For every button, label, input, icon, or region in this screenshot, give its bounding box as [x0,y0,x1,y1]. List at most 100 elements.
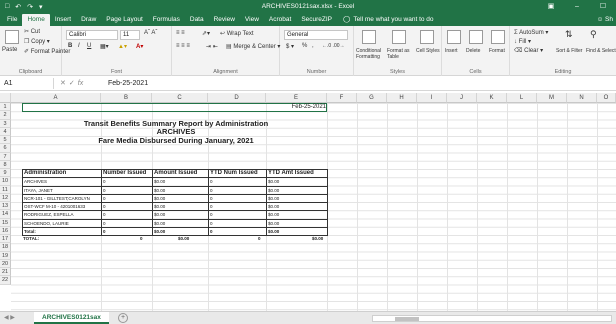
ribbon-display-icon[interactable]: ▣ [538,0,564,13]
cell[interactable]: 0 [208,210,267,220]
fill-color-icon[interactable]: ▲▾ [118,43,127,50]
column-header-o[interactable]: O [597,93,616,103]
scrollbar-thumb[interactable] [395,317,419,321]
insert-button[interactable]: Insert [445,48,458,54]
cell[interactable]: 0 [101,201,153,212]
row-header[interactable]: 5 [0,136,11,145]
column-header-b[interactable]: B [101,93,152,103]
merge-center-button[interactable]: ▤ Merge & Center ▾ [226,43,280,50]
add-sheet-icon[interactable]: + [118,313,128,323]
cell-styles-icon[interactable] [420,30,434,44]
grand-total-amt[interactable]: $0.00 [178,235,189,243]
cell[interactable]: ITAYA, JANET [22,185,102,195]
grand-total-ytd-amt[interactable]: $0.00 [312,235,323,243]
cell-styles-button[interactable]: Cell Styles [416,48,440,54]
sort-filter-icon[interactable]: ⇅ [565,29,573,40]
tab-home[interactable]: Home [22,14,50,26]
row-header[interactable]: 13 [0,202,11,211]
underline-button[interactable]: U [87,43,91,49]
tab-formulas[interactable]: Formulas [148,14,185,26]
paste-icon[interactable] [5,30,19,44]
tab-insert[interactable]: Insert [50,14,76,26]
cell[interactable]: $0.00 [152,201,209,212]
wrap-text-button[interactable]: ↩ Wrap Text [220,30,254,37]
tab-review[interactable]: Review [209,14,240,26]
cell[interactable]: $0.00 [266,201,328,212]
number-format-select[interactable]: General [284,30,348,40]
tab-file[interactable]: File [2,14,22,26]
row-header[interactable]: 12 [0,193,11,202]
fill-button[interactable]: ↓ Fill ▾ [514,38,531,45]
cell[interactable]: $0.00 [152,210,209,220]
row-header[interactable]: 3 [0,119,11,128]
autosum-button[interactable]: Σ AutoSum ▾ [514,29,548,36]
comma-button[interactable]: , [312,43,314,49]
row-header[interactable]: 2 [0,111,11,120]
customize-icon[interactable]: ▾ [39,3,43,11]
cell[interactable]: $0.00 [266,193,328,204]
row-header[interactable]: 15 [0,218,11,227]
column-header-c[interactable]: C [152,93,208,103]
fx-icon[interactable]: fx [78,80,83,87]
grand-total-ytd-num[interactable]: 0 [258,235,261,243]
column-header-d[interactable]: D [208,93,266,103]
tell-me-box[interactable]: ◯ Tell me what you want to do [337,14,434,26]
row-header[interactable]: 22 [0,276,11,285]
find-icon[interactable]: ⚲ [590,29,597,40]
align-top-icon[interactable]: ≡ ≡ [176,30,185,36]
row-header[interactable]: 1 [0,103,11,112]
cell[interactable]: 0 [208,218,267,228]
conditional-formatting-button[interactable]: Conditional Formatting [356,48,386,60]
column-header-j[interactable]: J [447,93,477,103]
sheet-tab-archives[interactable]: ARCHIVES0121sax [34,312,109,324]
maximize-icon[interactable]: ☐ [590,0,616,13]
header-amount-issued[interactable]: Amount Issued [152,168,209,179]
cell[interactable]: 0 [208,193,267,204]
row-header[interactable]: 10 [0,177,11,186]
row-header[interactable]: 18 [0,243,11,252]
cell[interactable]: $0.00 [266,185,328,195]
format-table-icon[interactable] [392,30,406,44]
font-color-icon[interactable]: A▾ [136,43,143,50]
tab-draw[interactable]: Draw [76,14,101,26]
cell[interactable]: 0 [101,218,153,228]
cell[interactable]: $0.00 [266,177,328,187]
delete-cells-icon[interactable] [469,30,483,44]
cell[interactable]: NCR-101 - GILLTEST;CAROLYN [22,193,102,204]
cell[interactable]: $0.00 [152,218,209,228]
select-all-corner[interactable] [0,93,11,103]
row-header[interactable]: 14 [0,210,11,219]
row-header[interactable]: 19 [0,251,11,260]
row-header[interactable]: 4 [0,127,11,136]
copy-button[interactable]: ❐ Copy ▾ [24,38,50,45]
cell[interactable]: $0.00 [152,193,209,204]
tab-acrobat[interactable]: Acrobat [264,14,296,26]
cut-button[interactable]: ✂ Cut [24,28,40,35]
grand-total-num[interactable]: 0 [140,235,143,243]
column-header-n[interactable]: N [567,93,597,103]
conditional-formatting-icon[interactable] [362,30,376,44]
header-number-issued[interactable]: Number Issued [101,168,153,179]
column-header-g[interactable]: G [357,93,387,103]
header-ytd-num-issued[interactable]: YTD Num Issued [208,168,267,179]
name-box[interactable]: A1 [2,78,54,89]
cell[interactable]: RODRIGUEZ, ESPELLA [22,210,102,220]
delete-button[interactable]: Delete [466,48,480,54]
clear-button[interactable]: ⌫ Clear ▾ [514,47,543,54]
column-header-a[interactable]: A [11,93,101,103]
grand-total-label[interactable]: TOTAL: [23,235,39,243]
tab-page-layout[interactable]: Page Layout [101,14,148,26]
font-name-select[interactable]: Calibri [66,30,118,40]
report-date-cell[interactable]: Feb-25-2021 [270,103,326,111]
insert-cells-icon[interactable] [447,30,461,44]
sort-filter-button[interactable]: Sort & Filter [556,48,582,54]
bold-button[interactable]: B [68,43,72,49]
borders-icon[interactable]: ▦▾ [100,43,109,50]
font-grow-icon[interactable]: Aˆ Aˇ [144,30,157,36]
enter-icon[interactable]: ✓ [69,80,78,87]
indent-icon[interactable]: ⇥ ⇤ [206,43,218,50]
cell[interactable]: 0 [208,201,267,212]
cell[interactable]: 0 [101,193,153,204]
column-header-i[interactable]: I [417,93,447,103]
paste-button[interactable]: Paste [2,47,17,53]
